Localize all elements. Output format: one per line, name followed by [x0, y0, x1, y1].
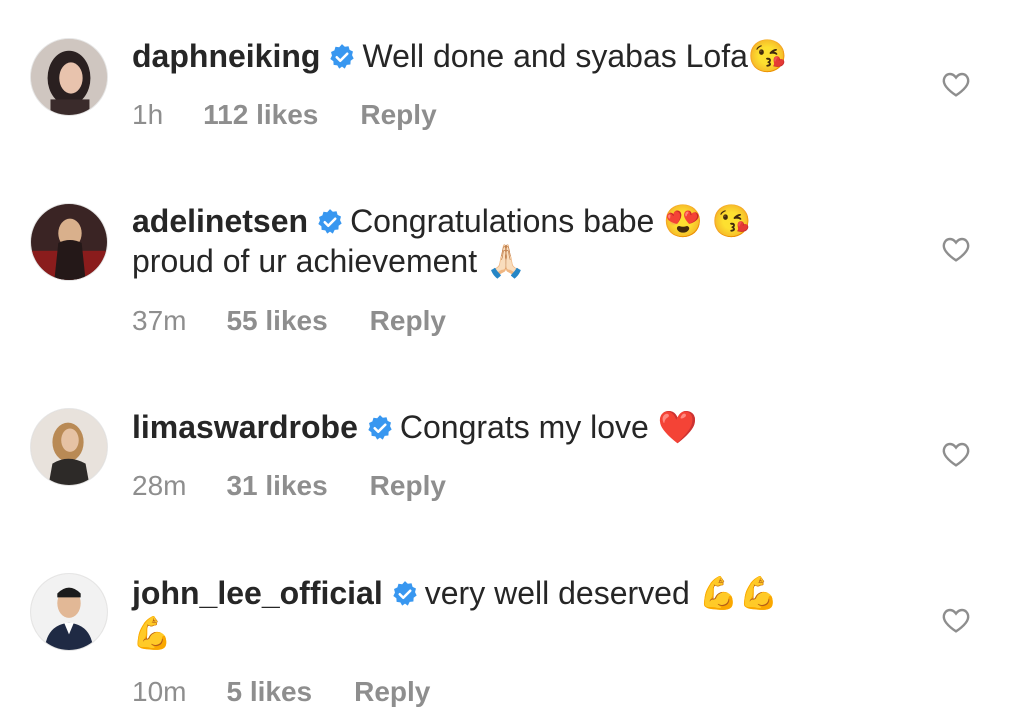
comment-meta: 28m 31 likes Reply	[132, 470, 446, 502]
folded-hands-emoji: 🙏🏻	[485, 243, 526, 279]
flexed-biceps-emoji: 💪	[132, 615, 172, 651]
verified-badge-icon	[391, 580, 419, 608]
comment-time: 28m	[132, 470, 187, 501]
verified-badge-icon	[366, 414, 394, 442]
username[interactable]: adelinetsen	[132, 203, 308, 239]
username[interactable]: john_lee_official	[132, 575, 383, 611]
likes-count[interactable]: 31 likes	[226, 470, 327, 502]
comment-body: john_lee_official very well deserved 💪💪 💪	[132, 573, 912, 653]
flexed-biceps-emoji: 💪💪	[698, 575, 779, 611]
reply-button[interactable]: Reply	[360, 99, 436, 131]
heart-outline-icon[interactable]	[940, 68, 972, 100]
heart-outline-icon[interactable]	[940, 604, 972, 636]
comment-text-line2: proud of ur achievement	[132, 243, 478, 279]
comment-text: very well deserved	[424, 575, 690, 611]
comment-time: 37m	[132, 305, 187, 336]
kissing-face-emoji: 😘	[747, 38, 788, 74]
comment-body: adelinetsen Congratulations babe 😍 😘 prou…	[132, 201, 912, 281]
red-heart-emoji: ❤️	[657, 409, 698, 445]
comment-meta: 10m 5 likes Reply	[132, 676, 430, 708]
username[interactable]: daphneiking	[132, 38, 320, 74]
comment-text: Congrats my love	[399, 409, 649, 445]
comment-time: 1h	[132, 99, 164, 130]
avatar[interactable]	[30, 573, 108, 651]
likes-count[interactable]: 55 likes	[226, 305, 327, 337]
likes-count[interactable]: 112 likes	[203, 99, 318, 131]
comment-body: daphneiking Well done and syabas Lofa😘	[132, 36, 912, 76]
avatar[interactable]	[30, 38, 108, 116]
comment-body: limaswardrobe Congrats my love ❤️	[132, 407, 912, 447]
avatar[interactable]	[30, 408, 108, 486]
avatar[interactable]	[30, 203, 108, 281]
comment-text: Well done and syabas Lofa	[362, 38, 748, 74]
likes-count[interactable]: 5 likes	[226, 676, 312, 708]
comment-text: Congratulations babe	[350, 203, 655, 239]
heart-outline-icon[interactable]	[940, 438, 972, 470]
verified-badge-icon	[328, 43, 356, 71]
username[interactable]: limaswardrobe	[132, 409, 358, 445]
comment-time: 10m	[132, 676, 187, 707]
heart-outline-icon[interactable]	[940, 233, 972, 265]
comment-meta: 1h 112 likes Reply	[132, 99, 437, 131]
verified-badge-icon	[316, 208, 344, 236]
comment-meta: 37m 55 likes Reply	[132, 305, 446, 337]
reply-button[interactable]: Reply	[354, 676, 430, 708]
reply-button[interactable]: Reply	[370, 470, 446, 502]
reply-button[interactable]: Reply	[370, 305, 446, 337]
heart-eyes-emoji: 😍 😘	[663, 203, 752, 239]
